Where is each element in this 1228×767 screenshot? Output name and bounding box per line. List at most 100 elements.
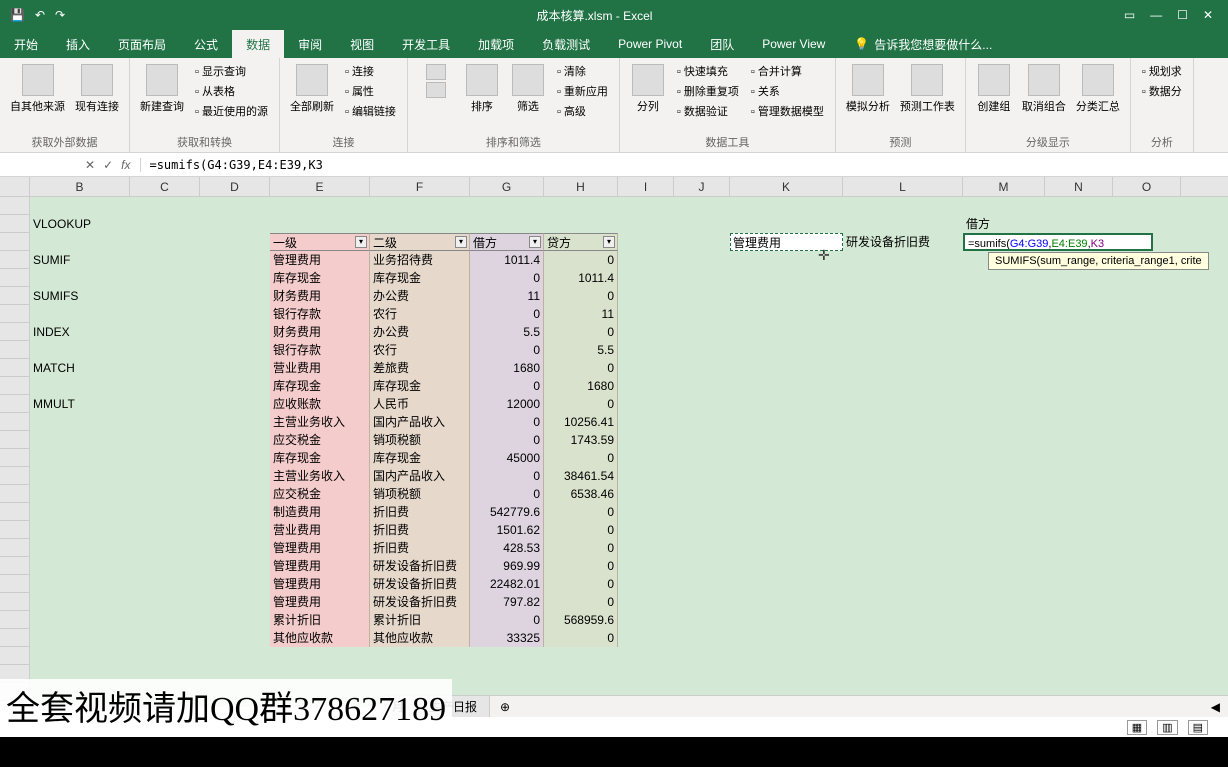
cell[interactable]: 0 (544, 557, 618, 575)
advanced-filter-button[interactable]: 高级 (554, 102, 611, 120)
ribbon-options-icon[interactable]: ▭ (1124, 8, 1135, 22)
normal-view-icon[interactable]: ▦ (1127, 720, 1147, 735)
page-layout-view-icon[interactable]: ▥ (1157, 720, 1177, 735)
cell[interactable]: 应交税金 (270, 485, 370, 503)
cell[interactable]: 借方▾ (470, 233, 544, 251)
cell[interactable]: 主营业务收入 (270, 467, 370, 485)
row-header[interactable] (0, 539, 29, 557)
add-sheet-button[interactable]: ⊕ (490, 698, 520, 716)
cell[interactable]: 库存现金 (270, 269, 370, 287)
cell[interactable]: 0 (544, 287, 618, 305)
scroll-left-icon[interactable]: ◀ (1203, 700, 1228, 714)
data-validation-button[interactable]: 数据验证 (674, 102, 742, 120)
row-header[interactable] (0, 521, 29, 539)
cell[interactable]: 贷方▾ (544, 233, 618, 251)
active-cell[interactable]: =sumifs(G4:G39,E4:E39,K3 (963, 233, 1153, 251)
cell[interactable]: 0 (470, 269, 544, 287)
cell[interactable]: 1011.4 (544, 269, 618, 287)
cell[interactable]: MMULT (30, 395, 130, 413)
cell[interactable]: 0 (544, 503, 618, 521)
tab-addins[interactable]: 加载项 (464, 30, 528, 58)
row-header[interactable] (0, 611, 29, 629)
recent-sources-button[interactable]: 最近使用的源 (192, 102, 271, 120)
whatif-button[interactable]: 模拟分析 (844, 62, 892, 116)
redo-icon[interactable]: ↷ (55, 8, 65, 22)
row-header[interactable] (0, 431, 29, 449)
edit-links-button[interactable]: 编辑链接 (342, 102, 399, 120)
cell[interactable]: 542779.6 (470, 503, 544, 521)
cell[interactable]: SUMIFS (30, 287, 130, 305)
cancel-formula-icon[interactable]: ✕ (85, 158, 95, 172)
cell[interactable]: 0 (544, 575, 618, 593)
cell[interactable]: 0 (470, 467, 544, 485)
row-header[interactable] (0, 287, 29, 305)
cell[interactable]: 0 (470, 341, 544, 359)
row-header[interactable] (0, 503, 29, 521)
cell[interactable]: 0 (544, 629, 618, 647)
cell[interactable]: 银行存款 (270, 305, 370, 323)
col-header-H[interactable]: H (544, 177, 618, 196)
col-header-O[interactable]: O (1113, 177, 1181, 196)
cell[interactable]: 研发设备折旧费 (370, 593, 470, 611)
cell[interactable]: 0 (544, 593, 618, 611)
cell[interactable]: 应收账款 (270, 395, 370, 413)
cell[interactable]: 1011.4 (470, 251, 544, 269)
cell[interactable]: 二级▾ (370, 233, 470, 251)
cell[interactable]: 财务费用 (270, 323, 370, 341)
cell[interactable]: 管理费用 (270, 593, 370, 611)
cell[interactable]: 10256.41 (544, 413, 618, 431)
cell[interactable]: 11 (544, 305, 618, 323)
cell[interactable]: 管理费用 (270, 251, 370, 269)
from-other-sources-button[interactable]: 自其他来源 (8, 62, 67, 116)
cells-grid[interactable]: VLOOKUPSUMIFSUMIFSINDEXMATCHMMULT一级▾二级▾借… (30, 197, 1228, 707)
cell[interactable]: 1680 (544, 377, 618, 395)
cell[interactable]: 797.82 (470, 593, 544, 611)
row-header[interactable] (0, 413, 29, 431)
cell[interactable]: 借方 (963, 215, 1045, 233)
row-header[interactable] (0, 647, 29, 665)
cell[interactable]: 1743.59 (544, 431, 618, 449)
cell[interactable]: 38461.54 (544, 467, 618, 485)
col-header-I[interactable]: I (618, 177, 674, 196)
tab-review[interactable]: 审阅 (284, 30, 336, 58)
clear-filter-button[interactable]: 清除 (554, 62, 611, 80)
row-header[interactable] (0, 593, 29, 611)
ungroup-button[interactable]: 取消组合 (1020, 62, 1068, 116)
cell[interactable]: INDEX (30, 323, 130, 341)
cell[interactable]: 累计折旧 (270, 611, 370, 629)
relationships-button[interactable]: 关系 (748, 82, 827, 100)
cell[interactable]: 0 (470, 485, 544, 503)
cell[interactable]: 5.5 (470, 323, 544, 341)
new-query-button[interactable]: 新建查询 (138, 62, 186, 116)
consolidate-button[interactable]: 合并计算 (748, 62, 827, 80)
cell[interactable]: 22482.01 (470, 575, 544, 593)
cell[interactable]: 0 (544, 251, 618, 269)
cell[interactable]: 0 (470, 377, 544, 395)
col-header-J[interactable]: J (674, 177, 730, 196)
formula-input[interactable]: =sumifs(G4:G39,E4:E39,K3 (141, 158, 1228, 172)
row-header[interactable] (0, 359, 29, 377)
forecast-sheet-button[interactable]: 预测工作表 (898, 62, 957, 116)
cell[interactable]: 管理费用 (270, 575, 370, 593)
cell[interactable]: 制造费用 (270, 503, 370, 521)
cell[interactable]: 管理费用 (730, 233, 843, 251)
cell[interactable]: 销项税额 (370, 431, 470, 449)
sort-az-button[interactable] (416, 62, 456, 100)
cell[interactable]: 库存现金 (270, 449, 370, 467)
filter-dropdown-icon[interactable]: ▾ (603, 236, 615, 248)
cell[interactable]: 428.53 (470, 539, 544, 557)
cell[interactable]: 折旧费 (370, 539, 470, 557)
cell[interactable]: 国内产品收入 (370, 413, 470, 431)
cell[interactable]: 折旧费 (370, 503, 470, 521)
refresh-all-button[interactable]: 全部刷新 (288, 62, 336, 116)
cell[interactable]: 国内产品收入 (370, 467, 470, 485)
cell[interactable]: 库存现金 (370, 269, 470, 287)
cell[interactable]: 研发设备折旧费 (370, 557, 470, 575)
cell[interactable]: 其他应收款 (270, 629, 370, 647)
cell[interactable]: 差旅费 (370, 359, 470, 377)
cell[interactable]: 应交税金 (270, 431, 370, 449)
group-button[interactable]: 创建组 (974, 62, 1014, 116)
cell[interactable]: 11 (470, 287, 544, 305)
minimize-icon[interactable]: — (1150, 8, 1162, 22)
cell[interactable]: 农行 (370, 341, 470, 359)
